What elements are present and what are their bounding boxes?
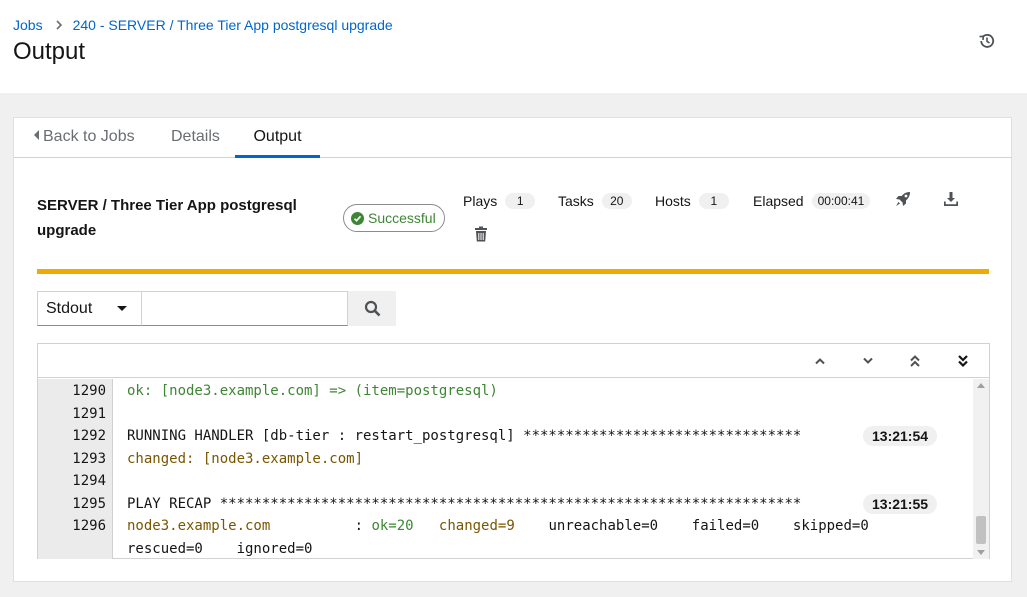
download-icon[interactable]: [941, 189, 961, 209]
scroll-up-arrow-icon[interactable]: [977, 383, 985, 388]
job-output-card: Back to Jobs Details Output SERVER / Thr…: [13, 117, 1012, 582]
caret-left-icon: [34, 130, 39, 140]
search-button[interactable]: [348, 291, 396, 326]
tab-bar: Back to Jobs Details Output: [14, 118, 1012, 158]
trash-icon[interactable]: [471, 224, 491, 244]
breadcrumb-current-job[interactable]: 240 - SERVER / Three Tier App postgresql…: [73, 17, 393, 33]
stat-tasks-label: Tasks: [558, 193, 594, 209]
log-segment: changed=9: [438, 518, 515, 534]
page-title: Output: [13, 38, 86, 65]
line-number: 1294: [72, 473, 106, 489]
chevron-up-icon[interactable]: [812, 353, 828, 369]
log-line: 1291: [38, 403, 973, 425]
stat-hosts: Hosts 1: [655, 191, 729, 211]
log-line: 1294: [38, 470, 973, 492]
stdout-select[interactable]: Stdout: [37, 291, 142, 326]
log-line: 1296 node3.example.com : ok=20 changed=9 …: [38, 515, 973, 537]
log-segment: changed: [node3.example.com]: [127, 450, 364, 467]
line-number: 1296: [72, 518, 106, 534]
log-text: changed: [node3.example.com]: [127, 448, 363, 470]
output-nav-row: [38, 344, 989, 378]
log-segment: node3.example.com: [127, 518, 271, 534]
log-text: rescued=0 ignored=0: [127, 538, 312, 560]
log-line: 1292 RUNNING HANDLER [db-tier : restart_p…: [38, 425, 973, 447]
log-line: 1290 ok: [node3.example.com] => (item=pos…: [38, 380, 973, 402]
log-segment: unreachable=0 failed=0 skipped=0: [514, 518, 869, 534]
log-segment: ok=20: [371, 518, 414, 534]
output-filter-toolbar: Stdout: [37, 291, 396, 326]
stat-plays-label: Plays: [463, 193, 498, 209]
stat-hosts-label: Hosts: [655, 193, 691, 209]
stat-elapsed-label: Elapsed: [753, 193, 804, 209]
tab-back-label: Back to Jobs: [43, 128, 135, 145]
chevron-right-icon: [55, 20, 63, 30]
status-badge: Successful: [343, 204, 445, 232]
stat-hosts-count: 1: [698, 193, 729, 209]
scrollbar-thumb[interactable]: [976, 516, 986, 544]
log-segment: PLAY RECAP *****************************…: [127, 495, 802, 512]
stat-plays-count: 1: [505, 193, 536, 209]
log-segment: rescued=0 ignored=0: [127, 540, 313, 557]
check-circle-icon: [351, 211, 364, 225]
tab-output[interactable]: Output: [235, 118, 320, 158]
log-text: node3.example.com : ok=20 changed=9 unre…: [127, 515, 869, 537]
log-segment: RUNNING HANDLER [db-tier : restart_postg…: [127, 428, 802, 444]
breadcrumb: Jobs 240 - SERVER / Three Tier App postg…: [13, 17, 393, 33]
job-output-panel: 1290 ok: [node3.example.com] => (item=pos…: [37, 343, 990, 559]
log-output: 1290 ok: [node3.example.com] => (item=pos…: [38, 379, 989, 559]
timestamp-badge: 13:21:55: [863, 493, 938, 514]
stat-tasks: Tasks 20: [558, 191, 632, 211]
stat-tasks-count: 20: [601, 193, 632, 209]
log-segment: ok: [node3.example.com] => (item=postgre…: [127, 383, 498, 399]
line-number: 1291: [72, 405, 106, 422]
scroll-to-top-icon[interactable]: [907, 353, 923, 369]
stat-elapsed: Elapsed 00:00:41: [753, 191, 871, 211]
line-number: 1295: [72, 495, 106, 512]
log-scrollbar[interactable]: [973, 379, 989, 559]
history-icon[interactable]: [977, 31, 997, 51]
search-input[interactable]: [142, 291, 348, 326]
rocket-icon[interactable]: [893, 189, 913, 209]
log-text: PLAY RECAP *****************************…: [127, 493, 801, 515]
log-line: 1293 changed: [node3.example.com]: [38, 448, 973, 470]
breadcrumb-jobs-link[interactable]: Jobs: [13, 17, 43, 33]
stat-plays: Plays 1: [463, 191, 536, 211]
log-line: 1295 PLAY RECAP *************************…: [38, 493, 973, 515]
job-name: SERVER / Three Tier App postgresql upgra…: [37, 197, 297, 239]
line-number: 1290: [72, 383, 106, 399]
page-header: Jobs 240 - SERVER / Three Tier App postg…: [0, 0, 1027, 93]
job-progress-bar: [37, 269, 989, 274]
tab-details[interactable]: Details: [171, 118, 220, 158]
timestamp-badge: 13:21:54: [863, 426, 938, 446]
tab-back-to-jobs[interactable]: Back to Jobs: [34, 118, 135, 158]
search-icon: [364, 300, 380, 317]
log-line: rescued=0 ignored=0: [38, 538, 973, 560]
status-label: Successful: [368, 210, 436, 226]
log-segment: [414, 518, 439, 534]
log-segment: :: [270, 518, 372, 534]
chevron-down-icon[interactable]: [860, 353, 876, 369]
log-text: RUNNING HANDLER [db-tier : restart_postg…: [127, 425, 801, 447]
scroll-down-arrow-icon[interactable]: [977, 550, 985, 555]
line-number: 1293: [72, 450, 106, 467]
log-text: ok: [node3.example.com] => (item=postgre…: [127, 380, 498, 402]
line-number: 1292: [72, 428, 106, 444]
caret-down-icon: [117, 306, 127, 311]
scroll-to-bottom-icon[interactable]: [955, 353, 971, 369]
stat-elapsed-time: 00:00:41: [811, 193, 871, 209]
stdout-select-value: Stdout: [46, 299, 93, 317]
